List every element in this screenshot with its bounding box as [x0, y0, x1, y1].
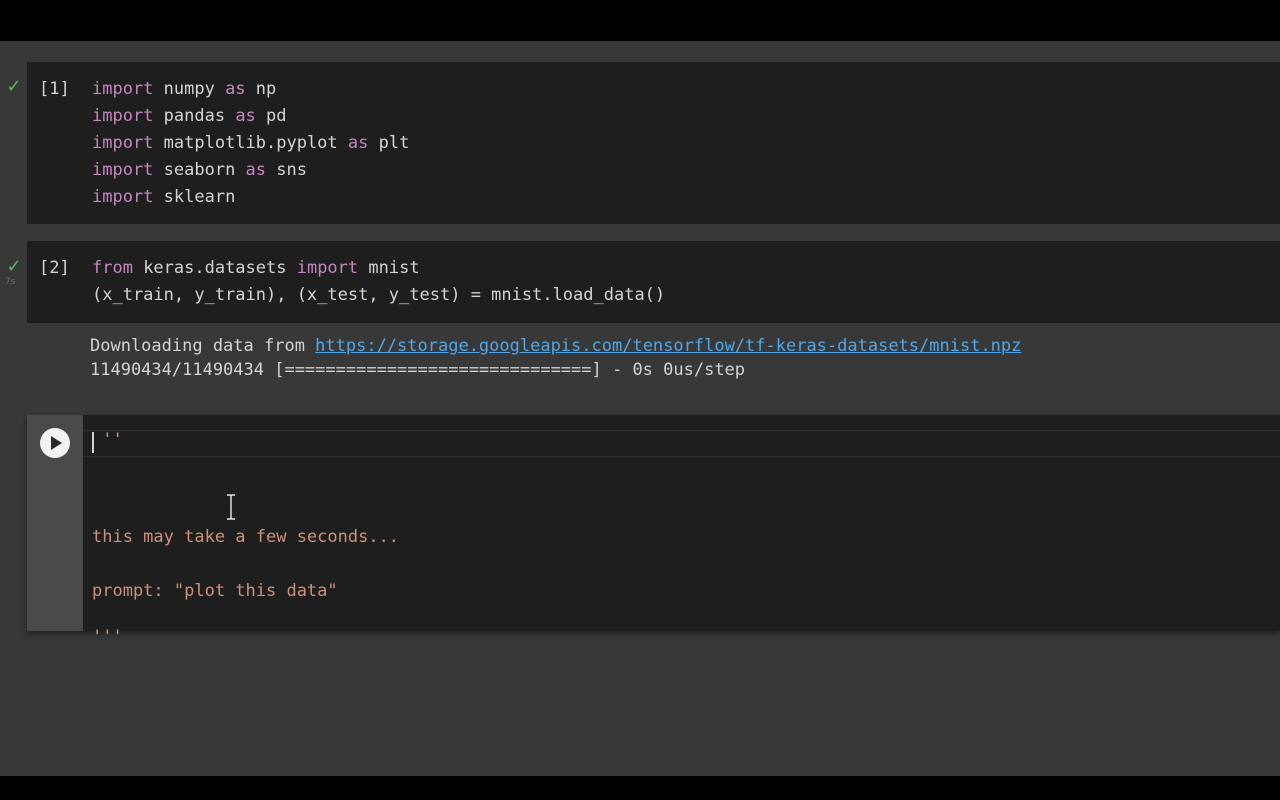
code-line[interactable]: prompt: "plot this data" [92, 581, 338, 601]
code-cell-2[interactable]: [2] from keras.datasets import mnist (x_t… [27, 241, 1280, 323]
code-line[interactable]: this may take a few seconds... [92, 527, 399, 547]
current-line-highlight [83, 430, 1280, 457]
code-line: (x_train, y_train), (x_test, y_test) = m… [92, 285, 666, 305]
code-line: import sklearn [92, 187, 236, 207]
code-line: import pandas as pd [92, 106, 287, 126]
code-cell-1[interactable]: [1] import numpy as np import pandas as p… [27, 62, 1280, 224]
progress-text: 11490434/11490434 [=====================… [90, 360, 746, 380]
code-line: import numpy as np [92, 79, 277, 99]
code-cell-3[interactable]: ''' this may take a few seconds... promp… [27, 415, 1280, 647]
execution-count: [2] [39, 258, 70, 278]
cell-gutter [27, 415, 83, 631]
check-icon: ✓ [6, 76, 22, 97]
code-line[interactable]: ''' [92, 430, 122, 450]
code-line: from keras.datasets import mnist [92, 258, 420, 278]
run-cell-button[interactable] [40, 428, 70, 458]
code-editor[interactable]: from keras.datasets import mnist (x_train… [92, 255, 665, 309]
check-icon: ✓ [6, 256, 22, 277]
output-text: Downloading data from [90, 336, 316, 356]
execution-count: [1] [39, 79, 70, 99]
code-line: import matplotlib.pyplot as plt [92, 133, 410, 153]
dataset-url-link[interactable]: https://storage.googleapis.com/tensorflo… [315, 336, 1021, 356]
cell-output: Downloading data from https://storage.go… [90, 334, 1021, 382]
text-cursor-icon [227, 494, 235, 520]
code-editor[interactable]: import numpy as np import pandas as pd imp… [92, 76, 409, 211]
code-line[interactable]: ''' [92, 627, 123, 647]
code-line: import seaborn as sns [92, 160, 307, 180]
notebook-viewport: ✓ [1] import numpy as np import pandas as… [0, 41, 1280, 776]
play-icon [51, 436, 62, 450]
execution-time: 7s [5, 277, 16, 287]
